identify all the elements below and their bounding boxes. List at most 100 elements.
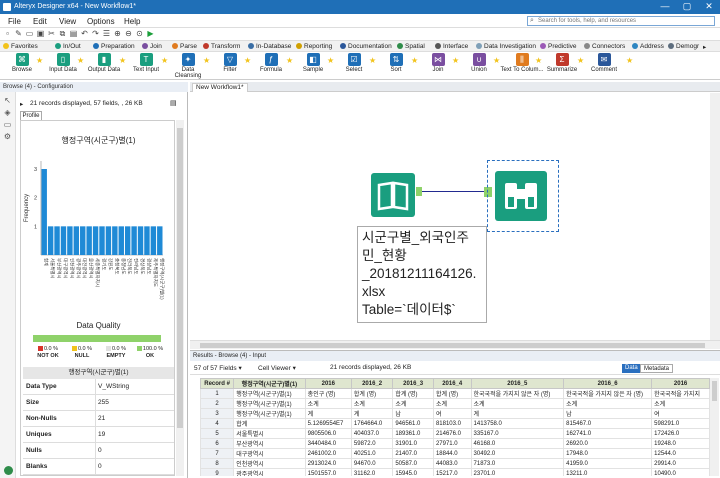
annotation-icon[interactable]: ▭ <box>3 120 12 129</box>
tab-favorites[interactable]: Favorites <box>3 43 38 50</box>
table-cell[interactable]: 소계 <box>470 398 565 409</box>
table-cell[interactable]: 335167.0 <box>470 428 565 439</box>
table-cell[interactable]: 41959.0 <box>563 458 653 469</box>
tool-comment[interactable]: ★ ✉ Comment <box>577 53 624 73</box>
tab-documentation[interactable]: Documentation <box>340 43 392 50</box>
table-cell[interactable]: 소계 <box>350 398 394 409</box>
settings-icon[interactable]: ⚙ <box>3 132 12 141</box>
table-cell[interactable]: 계 <box>304 408 352 419</box>
column-header[interactable]: 2016_2 <box>350 378 394 389</box>
table-cell[interactable]: 5.1269554E7 <box>304 418 352 429</box>
table-cell[interactable]: 1501557.0 <box>304 468 352 476</box>
table-cell[interactable]: 계 <box>350 408 394 419</box>
run-icon[interactable]: ▶ <box>146 29 155 38</box>
table-cell[interactable]: 30492.0 <box>470 448 565 459</box>
table-cell[interactable]: 44083.0 <box>432 458 472 469</box>
data-view-button[interactable]: Data <box>622 364 641 373</box>
record-number[interactable]: 7 <box>200 448 235 459</box>
config-scrollbar[interactable] <box>176 120 184 476</box>
cursor-icon[interactable]: ↖ <box>3 96 12 105</box>
canvas-vertical-scrollbar[interactable] <box>710 93 720 340</box>
table-cell[interactable]: 소계 <box>563 398 653 409</box>
table-cell[interactable]: 404037.0 <box>350 428 394 439</box>
table-row[interactable]: 6 부산광역시 3440484.0 59872.0 31901.0 27971.0 4616… <box>200 438 710 449</box>
table-cell[interactable]: 15945.0 <box>392 468 434 476</box>
canvas-horizontal-scrollbar[interactable] <box>190 340 720 349</box>
table-cell[interactable]: 서울특별시 <box>233 428 306 439</box>
bar[interactable] <box>41 169 47 255</box>
tab-predictive[interactable]: Predictive <box>540 43 577 50</box>
table-cell[interactable]: 94670.0 <box>350 458 394 469</box>
next-category-icon[interactable]: ▸ <box>703 43 706 51</box>
table-cell[interactable]: 합계 (명) <box>432 388 472 399</box>
tab-reporting[interactable]: Reporting <box>296 43 332 50</box>
table-cell[interactable]: 46168.0 <box>470 438 565 449</box>
tab-in-out[interactable]: In/Out <box>55 43 81 50</box>
table-row[interactable]: 7 대구광역시 2461002.0 40251.0 21407.0 18844.0 3049… <box>200 448 710 459</box>
table-cell[interactable]: 59872.0 <box>350 438 394 449</box>
table-cell[interactable]: 18844.0 <box>432 448 472 459</box>
table-row[interactable]: 4 합계 5.1269554E7 1764664.0 946561.0 818103.0 1… <box>200 418 710 429</box>
table-cell[interactable]: 172426.0 <box>651 428 710 439</box>
tool-sort[interactable]: ★ ⇅ Sort <box>369 53 416 73</box>
table-cell[interactable]: 162741.0 <box>563 428 653 439</box>
connection-line[interactable] <box>422 191 484 192</box>
cell-viewer-button[interactable]: Cell Viewer ▾ <box>258 364 296 372</box>
table-cell[interactable]: 23701.0 <box>470 468 565 476</box>
table-row[interactable]: 8 인천광역시 2913024.0 94670.0 50587.0 44083.0 7187… <box>200 458 710 469</box>
workflow-canvas[interactable]: 시군구별_외국인주 민_현황 _20181211164126. xlsx Tab… <box>190 93 710 340</box>
paste-icon[interactable]: ▤ <box>69 29 78 38</box>
table-cell[interactable]: 946561.0 <box>392 418 434 429</box>
table-cell[interactable]: 13211.0 <box>563 468 653 476</box>
table-cell[interactable]: 27971.0 <box>432 438 472 449</box>
table-cell[interactable]: 50587.0 <box>392 458 434 469</box>
bar[interactable] <box>86 226 92 255</box>
results-table[interactable]: Record # 행정구역(시군구)별(1) 2016 2016_2 2016_3 201… <box>200 378 710 476</box>
table-cell[interactable]: 19248.0 <box>651 438 710 449</box>
browse-tool-node[interactable] <box>495 171 547 221</box>
menu-help[interactable]: Help <box>124 17 140 26</box>
table-cell[interactable]: 598291.0 <box>651 418 710 429</box>
tab-spatial[interactable]: Spatial <box>397 43 425 50</box>
tab-new-workflow[interactable]: New Workflow1* <box>192 83 248 92</box>
record-number[interactable]: 2 <box>200 398 235 409</box>
bar[interactable] <box>150 226 157 255</box>
bar[interactable] <box>144 226 150 255</box>
table-cell[interactable]: 818103.0 <box>432 418 472 429</box>
column-header[interactable]: Record # <box>200 378 235 389</box>
bar[interactable] <box>60 226 67 255</box>
table-cell[interactable]: 소계 <box>432 398 472 409</box>
tab-interface[interactable]: Interface <box>435 43 468 50</box>
close-button[interactable]: ✕ <box>698 1 720 12</box>
bar[interactable] <box>131 226 137 255</box>
table-cell[interactable]: 소계 <box>304 398 352 409</box>
table-cell[interactable]: 여 <box>432 408 472 419</box>
table-cell[interactable]: 남 <box>392 408 434 419</box>
table-cell[interactable]: 15217.0 <box>432 468 472 476</box>
table-cell[interactable]: 40251.0 <box>350 448 394 459</box>
record-number[interactable]: 9 <box>200 468 235 476</box>
zoom-fit-icon[interactable]: ⊙ <box>135 29 144 38</box>
table-cell[interactable]: 총인구 (명) <box>304 388 352 399</box>
open-folder-icon[interactable]: ▭ <box>25 29 34 38</box>
scrollbar-thumb[interactable] <box>200 343 705 348</box>
table-cell[interactable]: 2913024.0 <box>304 458 352 469</box>
bar[interactable] <box>99 226 105 255</box>
table-cell[interactable]: 26920.0 <box>563 438 653 449</box>
record-number[interactable]: 8 <box>200 458 235 469</box>
record-number[interactable]: 6 <box>200 438 235 449</box>
tab-join[interactable]: Join <box>142 43 162 50</box>
table-cell[interactable]: 소계 <box>392 398 434 409</box>
table-cell[interactable]: 한국국적을 가지지 않은 자 (명) <box>563 388 653 399</box>
table-cell[interactable]: 남 <box>563 408 653 419</box>
record-number[interactable]: 5 <box>200 428 235 439</box>
table-cell[interactable]: 31162.0 <box>350 468 394 476</box>
tab-connectors[interactable]: Connectors <box>584 43 625 50</box>
table-cell[interactable]: 1413758.0 <box>470 418 565 429</box>
edit-icon[interactable]: ✎ <box>14 29 23 38</box>
bar[interactable] <box>54 226 60 255</box>
new-workflow-icon[interactable]: ▫ <box>3 29 12 38</box>
tab-transform[interactable]: Transform <box>203 43 240 50</box>
tab-preparation[interactable]: Preparation <box>93 43 135 50</box>
table-cell[interactable]: 21407.0 <box>392 448 434 459</box>
